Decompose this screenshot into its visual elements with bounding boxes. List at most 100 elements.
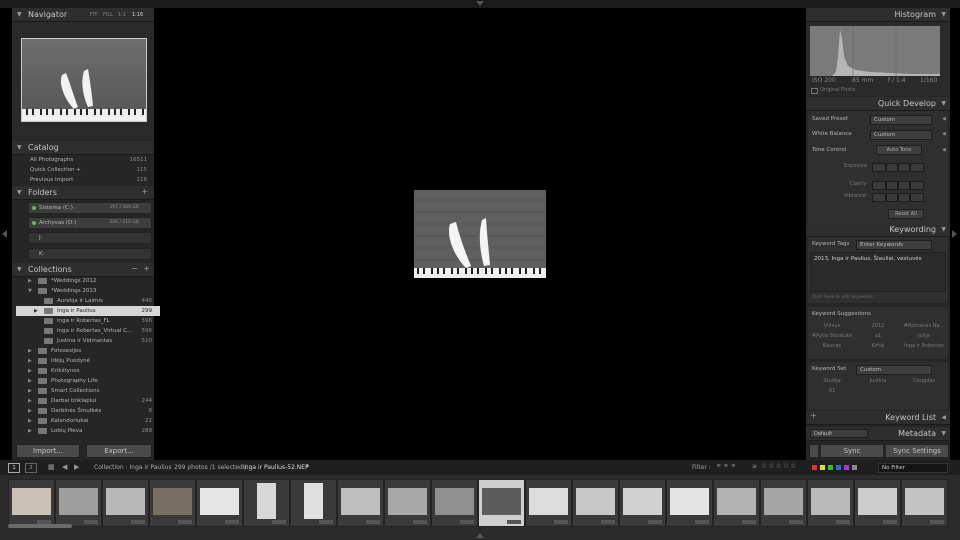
collection-item[interactable]: ▶ Lobių Pieva 289 bbox=[28, 426, 160, 436]
filmstrip-thumbnail[interactable] bbox=[384, 479, 431, 527]
top-panel-toggle-strip[interactable] bbox=[0, 0, 960, 8]
window-1-button[interactable]: 1 bbox=[8, 463, 20, 473]
expand-triangle-icon[interactable]: ▶ bbox=[28, 358, 32, 364]
clarity-increase[interactable] bbox=[898, 181, 910, 190]
zoom-fit[interactable]: FIT bbox=[90, 12, 97, 18]
folders-header[interactable]: ▼ Folders + bbox=[12, 186, 154, 200]
collection-item[interactable]: Aurelija ir Laimis 440 bbox=[28, 296, 160, 306]
window-2-button[interactable]: 2 bbox=[25, 463, 37, 473]
thumbnail-badge-icon[interactable] bbox=[695, 520, 709, 524]
expand-triangle-icon[interactable]: ◀ bbox=[942, 147, 946, 153]
collection-item[interactable]: ▶ Fotosesijos bbox=[28, 346, 160, 356]
filmstrip-thumbnail[interactable] bbox=[901, 479, 948, 527]
expand-triangle-icon[interactable]: ▶ bbox=[28, 348, 32, 354]
collection-item[interactable]: ▶ *Weddings 2012 bbox=[28, 276, 160, 286]
filmstrip-thumbnail[interactable] bbox=[243, 479, 290, 527]
expand-triangle-icon[interactable]: ▼ bbox=[28, 288, 32, 294]
filmstrip-thumbnail[interactable] bbox=[760, 479, 807, 527]
expand-triangle-icon[interactable]: ▶ bbox=[28, 398, 32, 404]
expand-triangle-icon[interactable]: ◀ bbox=[941, 414, 946, 421]
drive-item[interactable]: Archyvas (D:) 206 / 410 GB bbox=[28, 217, 152, 229]
collections-header[interactable]: ▼ Collections − + bbox=[12, 263, 154, 277]
filmstrip-thumbnail[interactable] bbox=[337, 479, 384, 527]
collection-item[interactable]: ▶ Darbai tinklapiui 244 bbox=[28, 396, 160, 406]
filmstrip-thumbnail[interactable] bbox=[807, 479, 854, 527]
rating-comparator[interactable]: ≥ bbox=[752, 463, 757, 470]
filmstrip-thumbnail[interactable] bbox=[572, 479, 619, 527]
collection-item[interactable]: ▶ Idėjų Puodynė bbox=[28, 356, 160, 366]
keyword-set-item[interactable]: Studija bbox=[810, 378, 854, 384]
thumbnail-badge-icon[interactable] bbox=[413, 520, 427, 524]
star-rating-filter-icon[interactable]: ☆☆☆☆☆ bbox=[761, 462, 797, 470]
thumbnail-badge-icon[interactable] bbox=[930, 520, 944, 524]
filmstrip-thumbnail[interactable] bbox=[478, 479, 525, 527]
filename-dropdown-icon[interactable]: ▾ bbox=[306, 463, 309, 470]
keyword-suggestion[interactable]: Inga ir Robertas bbox=[902, 343, 946, 349]
metadata-header[interactable]: Default Metadata ▼ bbox=[806, 427, 950, 441]
vibrance-increase-large[interactable] bbox=[910, 193, 924, 202]
grid-view-icon[interactable]: ▦ bbox=[48, 463, 55, 471]
thumbnail-badge-icon[interactable] bbox=[742, 520, 756, 524]
catalog-item[interactable]: Quick Collection + 115 bbox=[26, 166, 150, 175]
yellow-label-icon[interactable] bbox=[820, 465, 825, 470]
filmstrip-thumbnail[interactable] bbox=[102, 479, 149, 527]
thumbnail-badge-icon[interactable] bbox=[319, 520, 333, 524]
filmstrip-thumbnail[interactable] bbox=[290, 479, 337, 527]
zoom-1-1[interactable]: 1:1 bbox=[118, 12, 126, 18]
exposure-increase[interactable] bbox=[898, 163, 910, 172]
collection-item[interactable]: ▼ *Weddings 2013 bbox=[28, 286, 160, 296]
clarity-decrease[interactable] bbox=[886, 181, 898, 190]
white-balance-dropdown[interactable]: Custom bbox=[870, 130, 932, 140]
export-button[interactable]: Export... bbox=[86, 444, 152, 458]
exposure-increase-large[interactable] bbox=[910, 163, 924, 172]
keyword-list-header[interactable]: + Keyword List ◀ bbox=[806, 411, 950, 425]
collection-item[interactable]: Inga ir Robertas_Virtual C... 596 bbox=[28, 326, 160, 336]
expand-triangle-icon[interactable]: ◀ bbox=[942, 131, 946, 137]
keyword-suggestion[interactable]: Julija bbox=[902, 333, 946, 339]
thumbnail-badge-icon[interactable] bbox=[178, 520, 192, 524]
right-panel-toggle-icon[interactable] bbox=[952, 230, 958, 238]
keyword-suggestion[interactable]: Kirtai bbox=[856, 343, 900, 349]
collection-item[interactable]: Inga ir Robertas_FL 596 bbox=[28, 316, 160, 326]
collection-item[interactable]: ▶ Krikštynos bbox=[28, 366, 160, 376]
thumbnail-badge-icon[interactable] bbox=[507, 520, 521, 524]
filmstrip-thumbnail[interactable] bbox=[713, 479, 760, 527]
green-label-icon[interactable] bbox=[828, 465, 833, 470]
add-folder-button[interactable]: + bbox=[141, 187, 148, 196]
expand-triangle-icon[interactable]: ▶ bbox=[28, 408, 32, 414]
filmstrip-scrollbar-thumb[interactable] bbox=[8, 524, 72, 528]
collapse-triangle-icon[interactable]: ▼ bbox=[17, 11, 22, 18]
collapse-triangle-icon[interactable]: ▼ bbox=[17, 144, 22, 151]
thumbnail-badge-icon[interactable] bbox=[601, 520, 615, 524]
keyword-suggestion[interactable]: 2012 bbox=[856, 323, 900, 329]
drive-item[interactable]: Sistema (C:) 197 / 300 GB bbox=[28, 202, 152, 214]
keywording-header[interactable]: Keywording ▼ bbox=[806, 223, 950, 237]
keyword-set-dropdown[interactable]: Custom bbox=[856, 365, 932, 375]
filmstrip-toggle-icon[interactable] bbox=[476, 533, 484, 539]
thumbnail-badge-icon[interactable] bbox=[366, 520, 380, 524]
sync-switch[interactable] bbox=[809, 444, 819, 458]
expand-triangle-icon[interactable]: ▶ bbox=[28, 388, 32, 394]
remove-collection-button[interactable]: − bbox=[131, 264, 138, 273]
collapse-triangle-icon[interactable]: ▼ bbox=[941, 100, 946, 107]
expand-triangle-icon[interactable]: ▶ bbox=[28, 378, 32, 384]
keyword-set-item[interactable]: A1 bbox=[810, 388, 854, 394]
collapse-triangle-icon[interactable]: ▼ bbox=[17, 189, 22, 196]
thumbnail-badge-icon[interactable] bbox=[272, 520, 286, 524]
filmstrip-thumbnail[interactable] bbox=[854, 479, 901, 527]
drive-item[interactable]: J: bbox=[28, 232, 152, 244]
zoom-fill[interactable]: FILL bbox=[103, 12, 113, 18]
keyword-suggestion[interactable]: a1 bbox=[856, 333, 900, 339]
collection-item[interactable]: ▶ Kalendoriukai 22 bbox=[28, 416, 160, 426]
sync-button[interactable]: Sync bbox=[820, 444, 884, 458]
auto-tone-button[interactable]: Auto Tone bbox=[876, 145, 922, 155]
drive-item[interactable]: K: bbox=[28, 248, 152, 260]
clarity-decrease-large[interactable] bbox=[872, 181, 886, 190]
exposure-decrease-large[interactable] bbox=[872, 163, 886, 172]
thumbnail-badge-icon[interactable] bbox=[225, 520, 239, 524]
keywords-textarea[interactable]: 2013, Inga ir Paulius, Šiauliai, vestuvė… bbox=[810, 252, 946, 292]
filmstrip-thumbnail[interactable] bbox=[666, 479, 713, 527]
keyword-set-item[interactable]: Daugdas bbox=[902, 378, 946, 384]
left-panel-toggle-icon[interactable] bbox=[2, 230, 8, 238]
forward-arrow-icon[interactable]: ▶ bbox=[74, 463, 79, 471]
